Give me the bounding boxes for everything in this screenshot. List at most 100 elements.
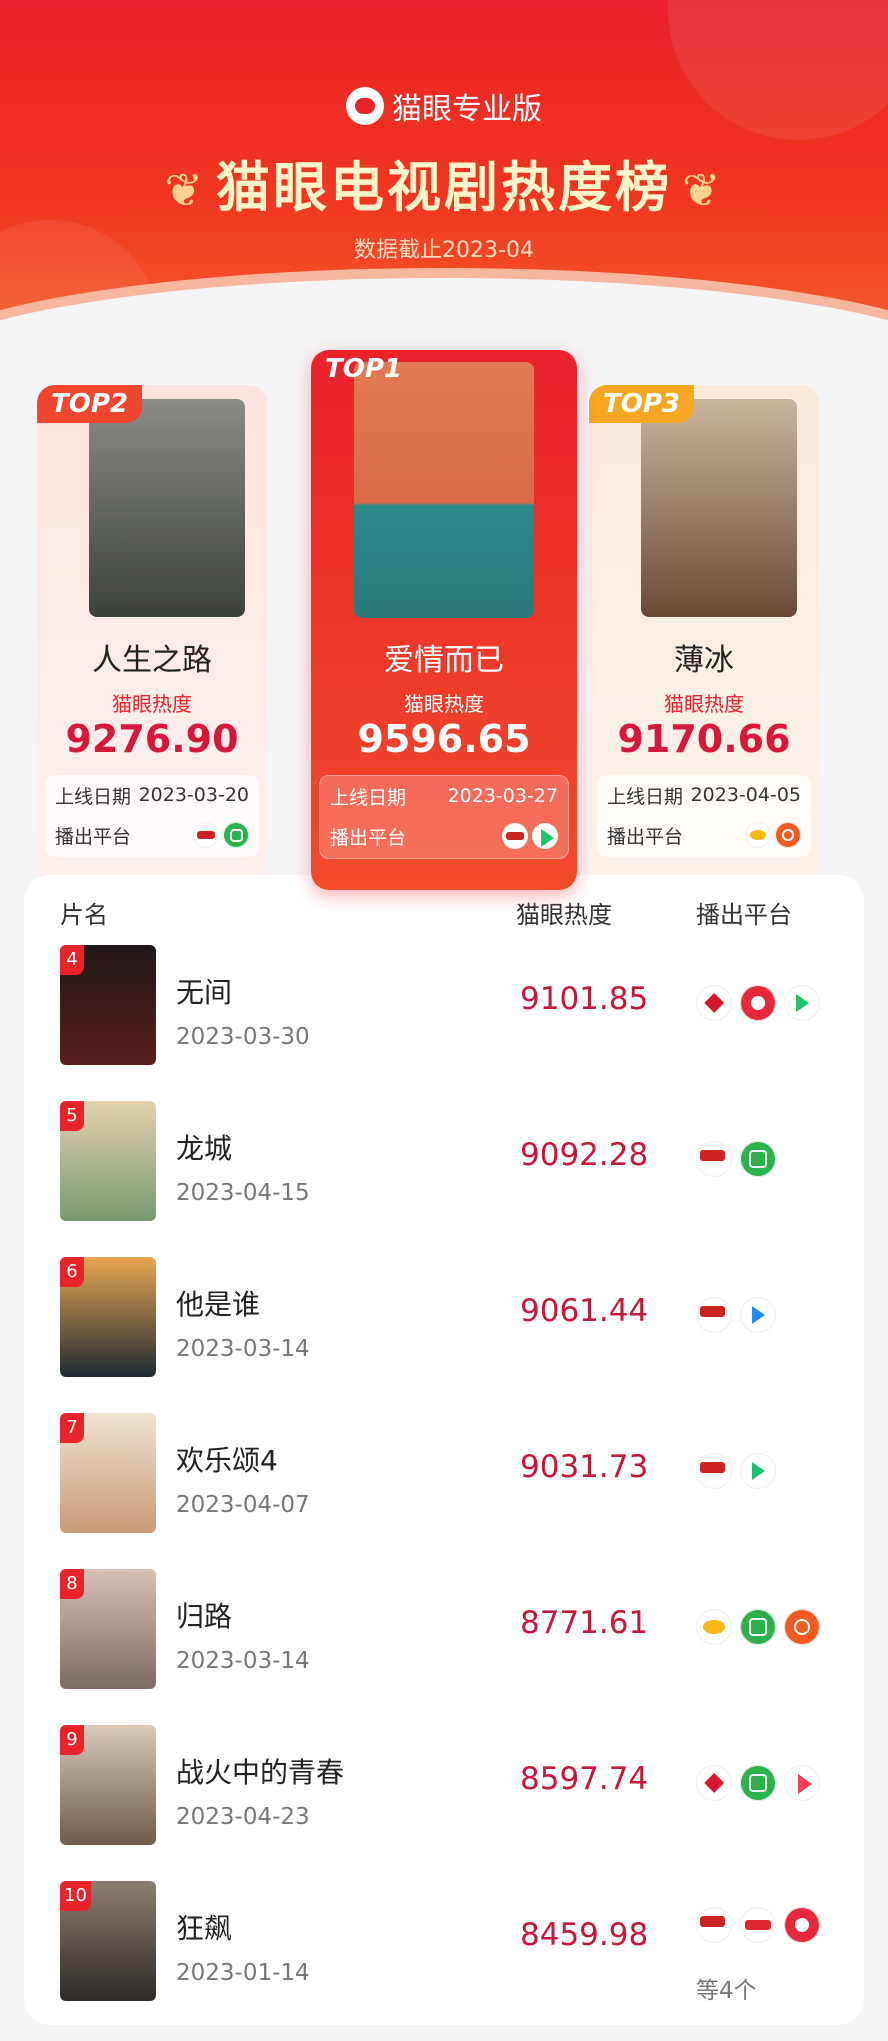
- heat-label: 猫眼热度: [112, 692, 192, 716]
- rank-badge: 10: [60, 1881, 91, 1911]
- rank-badge: TOP2: [37, 385, 142, 423]
- iqiyi-icon: [740, 1765, 776, 1801]
- page-title-text: 猫眼电视剧热度榜: [216, 156, 672, 219]
- release-date: 2023-03-14: [176, 1648, 310, 1674]
- release-date: 2023-04-15: [176, 1180, 310, 1206]
- heat-value: 9101.85: [520, 981, 649, 1017]
- mgtv-icon: [775, 822, 801, 848]
- list-item[interactable]: 8 归路 2023-03-14 8771.61: [24, 1569, 864, 1725]
- poster: [89, 399, 245, 617]
- maoyan-logo-icon: [346, 87, 384, 125]
- cctv-icon: [696, 1907, 732, 1943]
- hunan-tv-icon: [696, 1609, 732, 1645]
- rank-badge: TOP1: [325, 354, 402, 384]
- iqiyi-icon: [740, 1141, 776, 1177]
- more-platforms[interactable]: 等4个: [696, 1971, 757, 2005]
- cctv-icon: [193, 822, 219, 848]
- platform-label: 播出平台: [330, 826, 407, 849]
- platform-icons: [696, 1907, 820, 1943]
- heat-value: 9031.73: [520, 1449, 649, 1485]
- release-date: 2023-03-27: [447, 785, 558, 807]
- show-title: 他是谁: [176, 1288, 261, 1321]
- show-title: 欢乐颂4: [176, 1444, 278, 1477]
- migu-icon: [740, 1907, 776, 1943]
- show-title: 薄冰: [674, 643, 734, 678]
- cctv-icon: [696, 1141, 732, 1177]
- poster: [641, 399, 797, 617]
- release-date: 2023-04-07: [176, 1492, 310, 1518]
- show-title: 战火中的青春: [176, 1756, 345, 1789]
- iqiyi-icon: [223, 822, 249, 848]
- rank-badge: 6: [60, 1257, 84, 1287]
- jiangsu-tv-icon: [784, 1907, 820, 1943]
- platform-label: 播出平台: [607, 825, 684, 848]
- heat-value: 9170.66: [617, 717, 791, 761]
- release-label: 上线日期: [330, 786, 407, 809]
- heat-value: 9061.44: [520, 1293, 649, 1329]
- release-date: 2023-03-14: [176, 1336, 310, 1362]
- platform-icons: [696, 985, 820, 1021]
- list-item[interactable]: 4 无间 2023-03-30 9101.85: [24, 945, 864, 1101]
- top-card-1[interactable]: TOP1 爱情而已 猫眼热度 9596.65 上线日期 2023-03-27 播出…: [311, 350, 577, 890]
- platform-icons: [696, 1141, 776, 1177]
- rank-badge: 8: [60, 1569, 84, 1599]
- cctv-icon: [696, 1453, 732, 1489]
- heat-value: 8597.74: [520, 1761, 649, 1797]
- heat-value: 9596.65: [357, 717, 531, 761]
- top-card-2[interactable]: TOP2 人生之路 猫眼热度 9276.90 上线日期 2023-03-20 播出…: [37, 385, 267, 885]
- list-item[interactable]: 10 狂飙 2023-01-14 8459.98 等4个: [24, 1881, 864, 2037]
- platform-icons: [696, 1609, 820, 1645]
- hunan-tv-icon: [745, 822, 771, 848]
- release-date: 2023-03-20: [138, 784, 249, 806]
- youku-icon: [740, 1297, 776, 1333]
- show-title: 归路: [176, 1600, 233, 1633]
- jiangsu-tv-icon: [740, 985, 776, 1021]
- tencent-video-icon: [784, 985, 820, 1021]
- cctv-icon: [696, 1297, 732, 1333]
- show-title: 无间: [176, 976, 233, 1009]
- header-name: 片名: [60, 901, 108, 929]
- platform-icons: [696, 1297, 776, 1333]
- rank-badge: 4: [60, 945, 84, 975]
- list-item[interactable]: 5 龙城 2023-04-15 9092.28: [24, 1101, 864, 1257]
- cctv-icon: [502, 823, 528, 849]
- laurel-right-icon: ❦: [682, 163, 724, 217]
- poster: [354, 362, 534, 618]
- release-date: 2023-04-05: [690, 784, 801, 806]
- heat-label: 猫眼热度: [664, 692, 744, 716]
- info-box: 上线日期 2023-03-20 播出平台: [45, 775, 259, 857]
- heat-value: 8771.61: [520, 1605, 649, 1641]
- top-card-3[interactable]: TOP3 薄冰 猫眼热度 9170.66 上线日期 2023-04-05 播出平台: [589, 385, 819, 885]
- list-item[interactable]: 9 战火中的青春 2023-04-23 8597.74: [24, 1725, 864, 1881]
- info-box: 上线日期 2023-04-05 播出平台: [597, 775, 811, 857]
- show-title: 狂飙: [176, 1912, 233, 1945]
- release-date: 2023-04-23: [176, 1804, 310, 1830]
- mgtv-icon: [784, 1609, 820, 1645]
- tencent-video-icon: [740, 1453, 776, 1489]
- show-title: 爱情而已: [384, 643, 504, 678]
- release-label: 上线日期: [55, 785, 132, 808]
- header-platform: 播出平台: [696, 901, 792, 929]
- heat-label: 猫眼热度: [404, 692, 484, 716]
- rank-badge: TOP3: [589, 385, 694, 423]
- show-title: 龙城: [176, 1132, 233, 1165]
- release-date: 2023-03-30: [176, 1024, 310, 1050]
- rank-badge: 5: [60, 1101, 84, 1131]
- platform-label: 播出平台: [55, 825, 132, 848]
- release-label: 上线日期: [607, 785, 684, 808]
- heat-value: 9092.28: [520, 1137, 649, 1173]
- heat-value: 8459.98: [520, 1917, 649, 1953]
- data-cutoff: 数据截止2023-04: [354, 238, 534, 263]
- header-banner: 猫眼专业版 ❦ 猫眼电视剧热度榜 ❦ 数据截止2023-04: [0, 0, 888, 330]
- brand: 猫眼专业版: [0, 84, 888, 128]
- platform-icons: [696, 1765, 820, 1801]
- header-heat: 猫眼热度: [516, 901, 612, 929]
- iqiyi-icon: [740, 1609, 776, 1645]
- list-item[interactable]: 7 欢乐颂4 2023-04-07 9031.73: [24, 1413, 864, 1569]
- page-title: ❦ 猫眼电视剧热度榜 ❦: [0, 143, 888, 222]
- list-item[interactable]: 6 他是谁 2023-03-14 9061.44: [24, 1257, 864, 1413]
- dragon-tv-icon: [696, 1765, 732, 1801]
- youku-icon: [784, 1765, 820, 1801]
- platform-icons: [696, 1453, 776, 1489]
- brand-name: 猫眼专业版: [392, 92, 542, 127]
